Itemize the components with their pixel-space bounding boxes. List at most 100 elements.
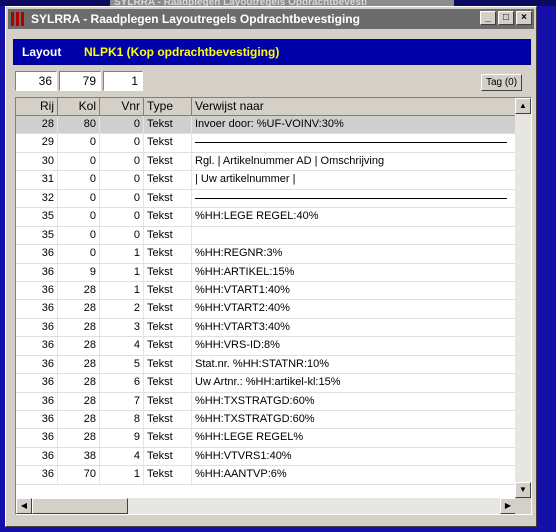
arrow-down-icon[interactable]: ▼ — [515, 482, 531, 498]
rij-cell: 36 — [16, 355, 58, 374]
kol-filter-input[interactable]: 79 — [59, 71, 101, 91]
table-row[interactable]: 36 70 1 Tekst %HH:AANTVP:6% — [16, 466, 516, 485]
table-row[interactable]: 36 28 5 Tekst Stat.nr. %HH:STATNR:10% — [16, 355, 516, 375]
vnr-cell: 0 — [100, 171, 144, 189]
vnr-cell: 6 — [100, 374, 144, 392]
kol-cell: 28 — [58, 392, 100, 410]
table-row[interactable]: 36 9 1 Tekst %HH:ARTIKEL:15% — [16, 263, 516, 282]
rij-cell: 28 — [16, 116, 58, 134]
window-title: SYLRRA - Raadplegen Layoutregels Opdrach… — [31, 12, 360, 26]
table-row[interactable]: 35 0 0 Tekst %HH:LEGE REGEL:40% — [16, 208, 516, 227]
horizontal-scroll-thumb[interactable] — [32, 498, 128, 514]
rij-cell: 36 — [16, 337, 58, 355]
kol-cell: 0 — [58, 189, 100, 208]
type-cell: Tekst — [144, 134, 192, 152]
table-row[interactable]: 36 28 8 Tekst %HH:TXSTRATGD:60% — [16, 411, 516, 430]
grid-body: 28 80 0 Tekst Invoer door: %UF-VOINV:30% 29 0 0… — [16, 116, 516, 494]
arrow-right-icon[interactable]: ▶ — [500, 498, 516, 514]
verwijst-naar-cell: %HH:LEGE REGEL:40% — [192, 208, 516, 226]
table-row[interactable]: 36 0 1 Tekst %HH:REGNR:3% — [16, 245, 516, 264]
verwijst-naar-cell: %HH:VTART3:40% — [192, 318, 516, 337]
vnr-cell: 5 — [100, 355, 144, 374]
verwijst-naar-cell: %HH:VRS-ID:8% — [192, 337, 516, 355]
rules-grid: Rij Kol Vnr Type Verwijst naar 28 80 0 Teks… — [15, 97, 532, 515]
kol-cell: 28 — [58, 429, 100, 447]
close-button[interactable]: × — [516, 11, 532, 25]
column-header-vnr[interactable]: Vnr — [100, 98, 144, 116]
rij-filter-input[interactable]: 36 — [15, 71, 57, 91]
table-row[interactable]: 32 0 0 Tekst — [16, 189, 516, 209]
layout-bar: Layout NLPK1 (Kop opdrachtbevestiging) — [13, 39, 531, 65]
table-row[interactable]: 36 28 7 Tekst %HH:TXSTRATGD:60% — [16, 392, 516, 411]
table-row[interactable]: 35 0 0 Tekst — [16, 226, 516, 246]
horizontal-scrollbar[interactable]: ◀ ▶ — [16, 498, 516, 514]
vnr-cell: 1 — [100, 281, 144, 300]
column-header-verwijst-naar[interactable]: Verwijst naar — [192, 98, 516, 116]
table-row[interactable]: 36 38 4 Tekst %HH:VTVRS1:40% — [16, 447, 516, 467]
table-row[interactable]: 36 28 9 Tekst %HH:LEGE REGEL% — [16, 429, 516, 448]
kol-cell: 28 — [58, 300, 100, 318]
vnr-cell: 0 — [100, 134, 144, 152]
verwijst-naar-cell: %HH:AANTVP:6% — [192, 466, 516, 484]
rij-cell: 36 — [16, 392, 58, 410]
type-cell: Tekst — [144, 429, 192, 447]
scroll-corner — [515, 498, 531, 514]
arrow-up-icon[interactable]: ▲ — [515, 98, 531, 114]
rij-cell: 36 — [16, 281, 58, 300]
column-header-kol[interactable]: Kol — [58, 98, 100, 116]
type-cell: Tekst — [144, 226, 192, 245]
table-row[interactable]: 36 28 1 Tekst %HH:VTART1:40% — [16, 281, 516, 301]
minimize-button[interactable]: _ — [480, 11, 496, 25]
table-row[interactable]: 29 0 0 Tekst — [16, 134, 516, 153]
verwijst-naar-cell — [192, 226, 516, 245]
rij-cell: 36 — [16, 429, 58, 447]
grid-header: Rij Kol Vnr Type Verwijst naar — [16, 98, 516, 116]
kol-cell: 0 — [58, 245, 100, 263]
verwijst-naar-cell — [192, 189, 516, 208]
title-bar[interactable]: SYLRRA - Raadplegen Layoutregels Opdrach… — [8, 9, 534, 29]
verwijst-naar-cell: %HH:VTART2:40% — [192, 300, 516, 318]
verwijst-naar-cell: Stat.nr. %HH:STATNR:10% — [192, 355, 516, 374]
kol-cell: 28 — [58, 411, 100, 429]
rij-cell: 36 — [16, 263, 58, 281]
vnr-cell: 7 — [100, 392, 144, 410]
rij-cell: 36 — [16, 374, 58, 392]
column-header-type[interactable]: Type — [144, 98, 192, 116]
arrow-left-icon[interactable]: ◀ — [16, 498, 32, 514]
verwijst-naar-cell: %HH:VTVRS1:40% — [192, 447, 516, 466]
table-row[interactable]: 36 28 2 Tekst %HH:VTART2:40% — [16, 300, 516, 319]
vnr-cell: 1 — [100, 466, 144, 484]
table-row[interactable]: 28 80 0 Tekst Invoer door: %UF-VOINV:30% — [16, 116, 516, 135]
vnr-cell: 9 — [100, 429, 144, 447]
type-cell: Tekst — [144, 245, 192, 263]
verwijst-naar-cell: %HH:REGNR:3% — [192, 245, 516, 263]
vnr-cell: 0 — [100, 116, 144, 134]
type-cell: Tekst — [144, 171, 192, 189]
table-row[interactable]: 31 0 0 Tekst | Uw artikelnummer | — [16, 171, 516, 190]
rij-cell: 36 — [16, 466, 58, 484]
table-row[interactable]: 36 28 3 Tekst %HH:VTART3:40% — [16, 318, 516, 338]
table-row[interactable]: 36 28 6 Tekst Uw Artnr.: %HH:artikel-kl:15% — [16, 374, 516, 393]
column-header-rij[interactable]: Rij — [16, 98, 58, 116]
verwijst-naar-cell: %HH:VTART1:40% — [192, 281, 516, 300]
verwijst-naar-cell — [192, 134, 516, 152]
type-cell: Tekst — [144, 152, 192, 171]
maximize-button[interactable]: □ — [498, 11, 514, 25]
separator-line — [195, 197, 507, 199]
vnr-cell: 4 — [100, 447, 144, 466]
type-cell: Tekst — [144, 355, 192, 374]
kol-cell: 80 — [58, 116, 100, 134]
vnr-filter-input[interactable]: 1 — [103, 71, 143, 91]
vnr-cell: 1 — [100, 263, 144, 281]
kol-cell: 28 — [58, 337, 100, 355]
window-controls: _ □ × — [480, 11, 532, 25]
rij-cell: 36 — [16, 300, 58, 318]
verwijst-naar-cell: Uw Artnr.: %HH:artikel-kl:15% — [192, 374, 516, 392]
app-icon[interactable] — [11, 11, 25, 27]
tag-button[interactable]: Tag (0) — [481, 74, 522, 91]
table-row[interactable]: 36 28 4 Tekst %HH:VRS-ID:8% — [16, 337, 516, 356]
vertical-scrollbar[interactable]: ▲ ▼ — [515, 98, 531, 498]
kol-cell: 70 — [58, 466, 100, 484]
rij-cell: 36 — [16, 411, 58, 429]
table-row[interactable]: 30 0 0 Tekst Rgl. | Artikelnummer AD | Omsch… — [16, 152, 516, 172]
